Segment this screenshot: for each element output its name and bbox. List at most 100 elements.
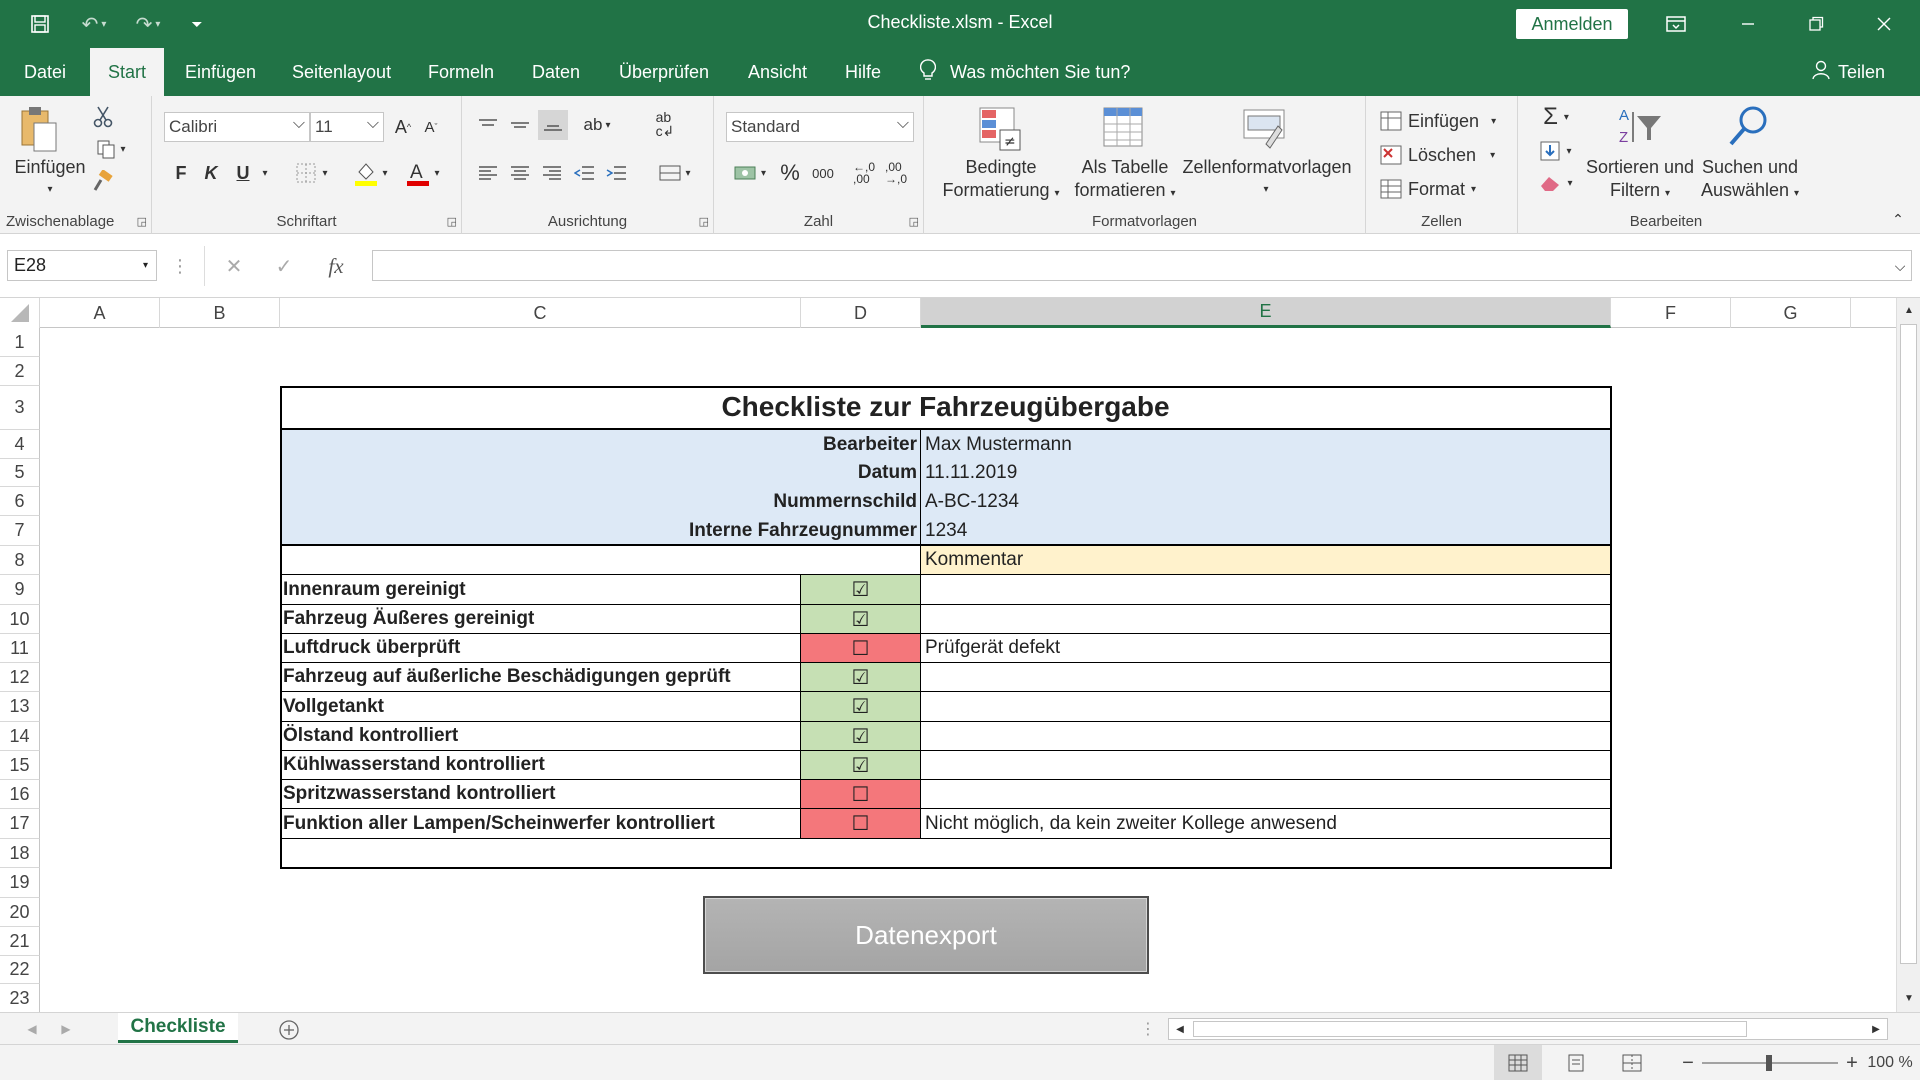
- column-header-g[interactable]: G: [1731, 298, 1851, 328]
- task-status-checkbox[interactable]: ☑: [801, 692, 921, 722]
- currency-icon[interactable]: ▾: [728, 158, 772, 188]
- italic-button[interactable]: K: [198, 158, 224, 188]
- row-header[interactable]: 21: [0, 927, 40, 956]
- task-status-checkbox[interactable]: ☑: [801, 751, 921, 780]
- tab-splitter-icon[interactable]: ⋮: [1140, 1017, 1156, 1041]
- format-as-table-label-1[interactable]: Als Tabelle: [1062, 156, 1188, 179]
- paste-dropdown-icon[interactable]: ▾: [38, 178, 62, 201]
- scroll-up-icon[interactable]: ▲: [1899, 300, 1919, 320]
- tab-seitenlayout[interactable]: Seitenlayout: [290, 48, 393, 96]
- cancel-entry-icon[interactable]: ✕: [219, 252, 249, 280]
- restore-icon[interactable]: [1788, 0, 1844, 48]
- autosum-icon[interactable]: Σ ▾: [1532, 102, 1580, 132]
- paste-button-label[interactable]: Einfügen: [10, 156, 90, 179]
- info-label[interactable]: Bearbeiter: [280, 430, 921, 459]
- select-all-corner[interactable]: [0, 298, 40, 328]
- row-header[interactable]: 9: [0, 575, 40, 605]
- sort-filter-label-1[interactable]: Sortieren und: [1580, 156, 1700, 179]
- column-header-c[interactable]: C: [280, 298, 801, 328]
- find-select-icon[interactable]: [1724, 102, 1772, 150]
- signin-button[interactable]: Anmelden: [1516, 9, 1628, 39]
- sheet-tab-checkliste[interactable]: Checkliste: [118, 1013, 238, 1043]
- row-header[interactable]: 23: [0, 984, 40, 1012]
- task-comment[interactable]: [921, 575, 1611, 605]
- info-label[interactable]: Interne Fahrzeugnummer: [280, 516, 921, 546]
- format-painter-icon[interactable]: [88, 168, 118, 194]
- task-label[interactable]: Funktion aller Lampen/Scheinwerfer kontr…: [280, 809, 801, 839]
- task-comment[interactable]: [921, 751, 1611, 780]
- info-value[interactable]: Max Mustermann: [921, 430, 1611, 459]
- add-sheet-icon[interactable]: [276, 1017, 302, 1043]
- align-right-icon[interactable]: [538, 158, 566, 188]
- share-button[interactable]: Teilen: [1812, 48, 1885, 96]
- find-select-button[interactable]: Auswählen ▾: [1690, 179, 1810, 205]
- row-header[interactable]: 18: [0, 839, 40, 868]
- task-label[interactable]: Vollgetankt: [280, 692, 801, 722]
- info-label[interactable]: Nummernschild: [280, 487, 921, 516]
- vertical-scrollbar[interactable]: ▲ ▼: [1896, 298, 1920, 1012]
- row-header[interactable]: 11: [0, 634, 40, 663]
- undo-icon[interactable]: ↶ ▾: [70, 0, 118, 48]
- formula-input[interactable]: [372, 250, 1912, 281]
- tab-einfuegen[interactable]: Einfügen: [183, 48, 258, 96]
- export-button[interactable]: Datenexport: [703, 896, 1149, 974]
- borders-icon[interactable]: ▾: [288, 158, 336, 188]
- delete-cells-button[interactable]: Löschen ▾: [1380, 140, 1516, 170]
- collapse-ribbon-icon[interactable]: ⌃: [1886, 208, 1910, 230]
- row-header[interactable]: 7: [0, 516, 40, 546]
- copy-icon[interactable]: ▾: [88, 136, 134, 162]
- row-header[interactable]: 10: [0, 605, 40, 634]
- merge-center-icon[interactable]: ▾: [652, 158, 698, 188]
- fill-icon[interactable]: ▾: [1532, 136, 1580, 166]
- column-header-f[interactable]: F: [1611, 298, 1731, 328]
- row-header[interactable]: 8: [0, 546, 40, 575]
- row-header[interactable]: 14: [0, 722, 40, 751]
- info-label[interactable]: Datum: [280, 459, 921, 487]
- task-label[interactable]: Spritzwasserstand kontrolliert: [280, 780, 801, 809]
- increase-indent-icon[interactable]: [602, 158, 630, 188]
- font-size-combo[interactable]: 11 ⌵: [310, 112, 384, 142]
- number-format-combo[interactable]: Standard ⌵: [726, 112, 914, 142]
- row-header[interactable]: 17: [0, 809, 40, 839]
- wrap-text-icon[interactable]: ab c↲: [650, 106, 680, 142]
- cell-styles-icon[interactable]: [1240, 104, 1288, 154]
- tab-ueberpruefen[interactable]: Überprüfen: [617, 48, 711, 96]
- column-header-d[interactable]: D: [801, 298, 921, 328]
- task-status-checkbox[interactable]: ☐: [801, 780, 921, 809]
- tab-ansicht[interactable]: Ansicht: [746, 48, 809, 96]
- zoom-out-icon[interactable]: −: [1676, 1045, 1700, 1080]
- name-box[interactable]: E28 ▾: [7, 250, 157, 281]
- fill-color-icon[interactable]: ▾: [348, 156, 394, 190]
- row-header[interactable]: 20: [0, 898, 40, 927]
- align-bottom-icon[interactable]: [538, 110, 568, 140]
- decrease-decimal-icon[interactable]: ,00 →,0: [882, 156, 910, 190]
- sheet-scroll-left-icon[interactable]: ◀: [20, 1017, 44, 1041]
- vertical-scroll-thumb[interactable]: [1900, 324, 1917, 964]
- row-header[interactable]: 4: [0, 430, 40, 459]
- task-comment[interactable]: [921, 605, 1611, 634]
- row-header[interactable]: 1: [0, 328, 40, 357]
- row-header[interactable]: 12: [0, 663, 40, 692]
- tab-daten[interactable]: Daten: [530, 48, 582, 96]
- percent-button[interactable]: %: [778, 158, 802, 188]
- task-status-checkbox[interactable]: ☐: [801, 809, 921, 839]
- task-comment[interactable]: [921, 722, 1611, 751]
- clear-icon[interactable]: ▾: [1532, 168, 1580, 198]
- cut-icon[interactable]: [88, 104, 118, 130]
- conditional-formatting-icon[interactable]: ≠: [976, 104, 1024, 154]
- align-left-icon[interactable]: [474, 158, 502, 188]
- tab-datei[interactable]: Datei: [22, 48, 68, 96]
- scroll-right-icon[interactable]: ▶: [1867, 1020, 1885, 1038]
- sheet-title[interactable]: Checkliste zur Fahrzeugübergabe: [280, 386, 1611, 430]
- font-color-icon[interactable]: A ▾: [400, 156, 446, 190]
- underline-dropdown-icon[interactable]: ▾: [256, 158, 274, 188]
- save-icon[interactable]: [20, 0, 60, 48]
- cell-styles-button[interactable]: Zellenformatvorlagen: [1176, 156, 1358, 179]
- column-header-a[interactable]: A: [40, 298, 160, 328]
- zoom-slider[interactable]: [1702, 1045, 1838, 1080]
- row-header[interactable]: 16: [0, 780, 40, 809]
- row-header[interactable]: 6: [0, 487, 40, 516]
- number-dialog-launcher-icon[interactable]: ◲: [909, 215, 919, 228]
- row-header[interactable]: 3: [0, 386, 40, 430]
- horizontal-scrollbar[interactable]: ◀ ▶: [1168, 1018, 1888, 1040]
